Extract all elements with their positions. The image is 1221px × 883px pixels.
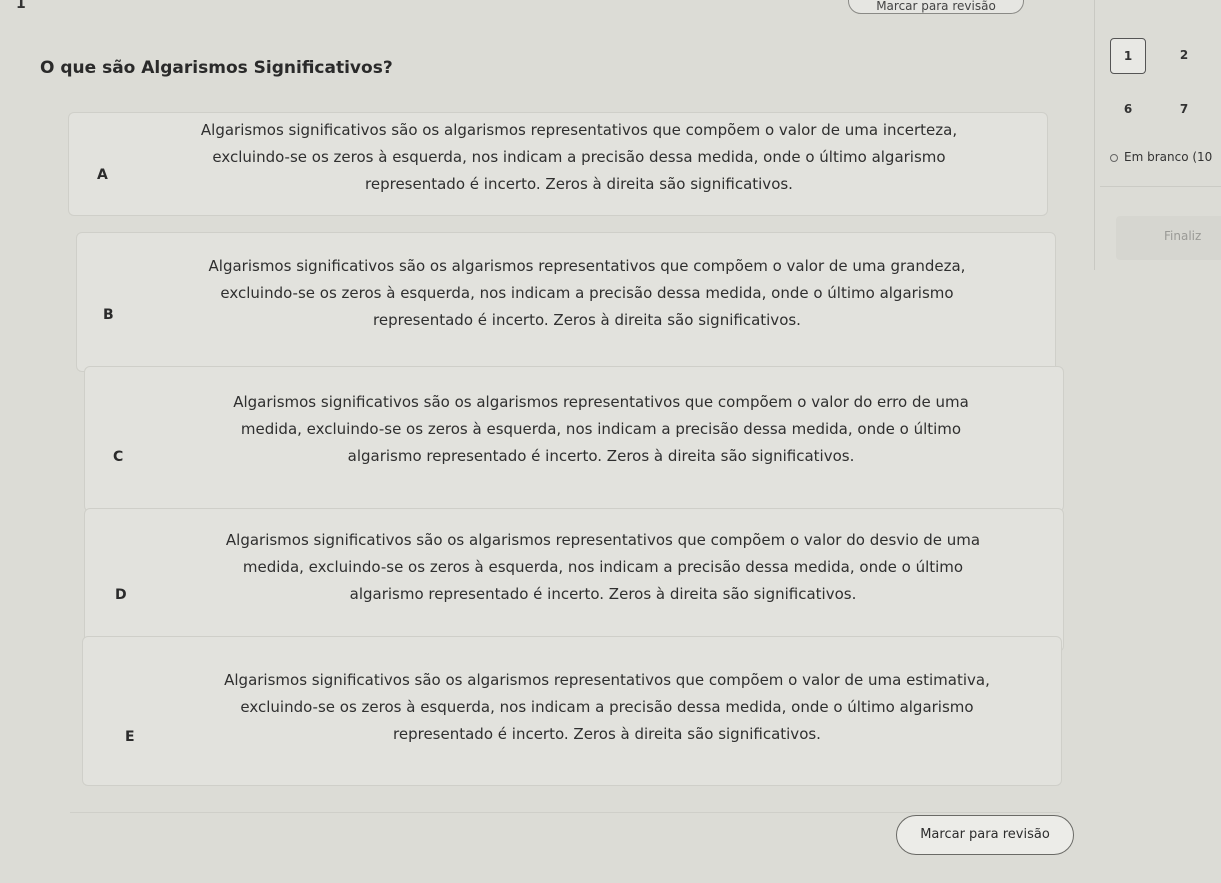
option-b[interactable]: B Algarismos significativos são os algar… <box>76 232 1056 372</box>
side-panel-divider <box>1094 0 1095 270</box>
finalize-button[interactable]: Finaliz <box>1116 216 1221 260</box>
option-text: Algarismos significativos são os algaris… <box>151 389 1051 470</box>
option-a[interactable]: A Algarismos significativos são os algar… <box>68 112 1048 216</box>
option-line: representado é incerto. Zeros à direita … <box>393 725 821 743</box>
option-line: Algarismos significativos são os algaris… <box>200 121 958 139</box>
side-divider <box>1100 186 1221 187</box>
option-line: representado é incerto. Zeros à direita … <box>373 311 801 329</box>
option-c[interactable]: C Algarismos significativos são os algar… <box>84 366 1064 512</box>
legend-blank: Em branco (10 <box>1110 150 1212 164</box>
nav-question-7[interactable]: 7 <box>1166 92 1202 128</box>
question-title: O que são Algarismos Significativos? <box>40 58 393 78</box>
option-line: medida, excluindo-se os zeros à esquerda… <box>240 420 962 438</box>
top-mark-review-button[interactable]: Marcar para revisão <box>848 0 1024 14</box>
question-number: 1 <box>16 0 26 12</box>
option-line: Algarismos significativos são os algaris… <box>208 257 966 275</box>
mark-review-button[interactable]: Marcar para revisão <box>896 815 1074 855</box>
option-line: excluindo-se os zeros à esquerda, nos in… <box>220 284 954 302</box>
question-page: 1 Marcar para revisão O que são Algarism… <box>0 0 1221 883</box>
nav-question-6[interactable]: 6 <box>1110 92 1146 128</box>
option-line: Algarismos significativos são os algaris… <box>224 671 990 689</box>
nav-question-2[interactable]: 2 <box>1166 38 1202 74</box>
option-line: algarismo representado é incerto. Zeros … <box>349 585 857 603</box>
option-letter: D <box>115 587 127 603</box>
option-e[interactable]: E Algarismos significativos são os algar… <box>82 636 1062 786</box>
option-text: Algarismos significativos são os algaris… <box>129 117 1029 198</box>
option-text: Algarismos significativos são os algaris… <box>153 527 1053 608</box>
option-line: excluindo-se os zeros à esquerda, nos in… <box>240 698 974 716</box>
option-line: representado é incerto. Zeros à direita … <box>365 175 793 193</box>
option-letter: A <box>97 167 108 183</box>
option-letter: C <box>113 449 124 465</box>
option-letter: B <box>103 307 114 323</box>
option-d[interactable]: D Algarismos significativos são os algar… <box>84 508 1064 652</box>
option-text: Algarismos significativos são os algaris… <box>157 667 1057 748</box>
option-line: excluindo-se os zeros à esquerda, nos in… <box>212 148 946 166</box>
footer-divider <box>70 812 1060 813</box>
option-line: medida, excluindo-se os zeros à esquerda… <box>242 558 964 576</box>
nav-question-1[interactable]: 1 <box>1110 38 1146 74</box>
option-line: Algarismos significativos são os algaris… <box>225 531 981 549</box>
option-line: Algarismos significativos são os algaris… <box>233 393 969 411</box>
top-bar: 1 Marcar para revisão <box>0 0 1221 22</box>
option-letter: E <box>125 729 135 745</box>
circle-icon <box>1110 154 1118 162</box>
option-text: Algarismos significativos são os algaris… <box>137 253 1037 334</box>
legend-label: Em branco (10 <box>1124 150 1213 164</box>
option-line: algarismo representado é incerto. Zeros … <box>347 447 855 465</box>
